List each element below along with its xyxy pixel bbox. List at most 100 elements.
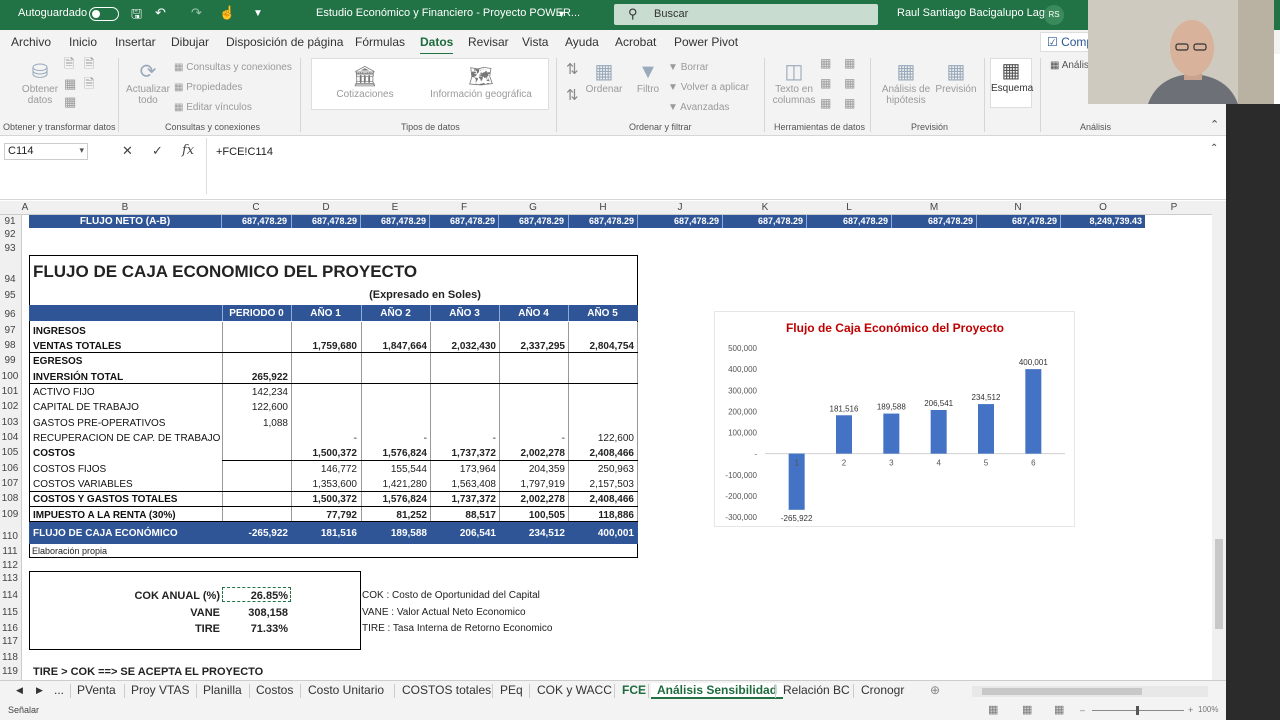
cell-border [568,215,569,228]
zoom-in-icon[interactable]: + [1188,705,1193,715]
flujo-neto-value: 687,478.29 [673,216,719,226]
y-tick-label: -300,000 [725,513,757,522]
table-header-cell: AÑO 1 [310,308,341,319]
chart-bar-2 [836,415,852,454]
tab-separator [196,684,197,698]
data-label: 206,541 [924,399,953,408]
conclusion: TIRE > COK ==> SE ACEPTA EL PROYECTO [33,666,264,678]
y-tick-label: 400,000 [728,365,757,374]
indicator-note: COK : Costo de Oportunidad del Capital [362,590,540,601]
data-label: 181,516 [830,404,859,413]
presenter-video [1088,0,1274,104]
table-row-label: COSTOS VARIABLES [33,479,133,490]
table-cell: 1,500,372 [312,448,358,459]
sheet-tab-an-lisis-sensibilidad[interactable]: Análisis Sensibilidad [651,683,784,699]
flujo-neto-value: 687,478.29 [380,216,426,226]
tab-separator [853,684,854,698]
status-mode: Señalar [8,705,40,715]
indicator-label: VANE [190,607,220,619]
fce-label: FLUJO DE CAJA ECONÓMICO [33,528,178,539]
sheet-tab-costos[interactable]: Costos [256,683,293,697]
table-row-label: ACTIVO FIJO [33,387,95,398]
table-header-cell: AÑO 5 [587,308,618,319]
x-tick-label: 5 [984,459,989,468]
cell-border [637,215,638,228]
more-sheets-icon[interactable]: ... [54,683,64,697]
table-cell: 122,600 [251,402,288,413]
horizontal-scrollbar[interactable] [972,686,1208,697]
table-row-label: COSTOS FIJOS [33,464,107,475]
table-row-label: INVERSIÓN TOTAL [33,372,124,383]
cell-border [29,491,638,492]
data-label: 400,001 [1019,358,1048,367]
side-panel [1226,104,1280,720]
sheet-tab-peq[interactable]: PEq [500,683,523,697]
tab-separator [775,684,776,698]
cell-border [722,215,723,228]
page-layout-icon[interactable]: ▦ [1022,703,1032,716]
normal-view-icon[interactable]: ▦ [988,703,998,716]
table-cell: 1,576,824 [382,448,428,459]
x-tick-label: 1 [794,459,799,468]
table-cell: 173,964 [459,464,496,475]
y-tick-label: -200,000 [725,492,757,501]
sheet-tab-costo-unitario[interactable]: Costo Unitario [308,683,384,697]
status-bar: Señalar ▦ ▦ ▦ – + 100% [0,700,1226,720]
table-header-cell: AÑO 2 [380,308,411,319]
sheet-tab-pventa[interactable]: PVenta [77,683,116,697]
sheet-tab-relaci-n-bc[interactable]: Relación BC [783,683,850,697]
next-sheet-icon[interactable]: ▶ [36,685,43,696]
flujo-neto-value: 687,478.29 [757,216,803,226]
sheet-tab-cok-y-wacc[interactable]: COK y WACC [537,683,612,697]
table-cell: 1,847,664 [382,341,428,352]
table-cell: 77,792 [326,510,357,521]
fce-value: 400,001 [597,528,634,539]
table-cell: 146,772 [320,464,357,475]
table-row-label: VENTAS TOTALES [33,341,122,352]
zoom-out-icon[interactable]: – [1080,705,1085,715]
data-label: 234,512 [972,393,1001,402]
prev-sheet-icon[interactable]: ◀ [16,685,23,696]
sheet-tab-fce[interactable]: FCE [622,683,646,697]
y-tick-label: 200,000 [728,407,757,416]
chart-svg: Flujo de Caja Económico del Proyecto 500,… [725,321,1065,523]
table-cell: - [561,433,565,444]
page-break-icon[interactable]: ▦ [1054,703,1064,716]
x-tick-label: 3 [889,459,894,468]
table-cell: 265,922 [251,372,288,383]
sheet-tab-proy-vtas[interactable]: Proy VTAS [131,683,189,697]
fce-chart[interactable]: Flujo de Caja Económico del Proyecto 500,… [714,311,1075,527]
worksheet[interactable]: FLUJO NETO (A-B) 687,478.29 687,478.29 687… [0,0,1212,680]
table-cell: 2,408,466 [589,494,635,505]
zoom-level[interactable]: 100% [1198,705,1218,714]
vertical-scrollbar[interactable] [1212,201,1226,680]
flujo-neto-value: 687,478.29 [311,216,357,226]
table-cell: 1,576,824 [382,494,428,505]
table-cell: 2,157,503 [589,479,635,490]
y-tick-label: -100,000 [725,471,757,480]
table-cell: 2,337,295 [520,341,566,352]
table-row-label: COSTOS Y GASTOS TOTALES [33,494,178,505]
add-sheet-icon[interactable]: ⊕ [930,683,940,697]
tab-separator [529,684,530,698]
chart-title: Flujo de Caja Económico del Proyecto [786,321,1004,335]
table-cell: 81,252 [396,510,427,521]
flujo-neto-value: 687,478.29 [241,216,287,226]
indicator-note: TIRE : Tasa Interna de Retorno Economico [362,623,553,634]
table-cell: 1,759,680 [312,341,358,352]
sheet-tab-planilla[interactable]: Planilla [203,683,242,697]
table-cell: - [353,433,357,444]
tab-separator [249,684,250,698]
cell-border [568,305,569,321]
sheet-tab-cronogr[interactable]: Cronogr [861,683,904,697]
table-cell: 1,421,280 [382,479,428,490]
table-row-label: COSTOS [33,448,76,459]
tab-separator [124,684,125,698]
table-cell: 1,563,408 [451,479,497,490]
cell-border [806,215,807,228]
tab-separator [614,684,615,698]
indicator-value[interactable]: 26.85% [222,590,288,602]
zoom-slider-handle[interactable] [1136,706,1139,715]
sheet-tab-costos-totales[interactable]: COSTOS totales [402,683,491,697]
y-tick-label: - [754,450,757,459]
